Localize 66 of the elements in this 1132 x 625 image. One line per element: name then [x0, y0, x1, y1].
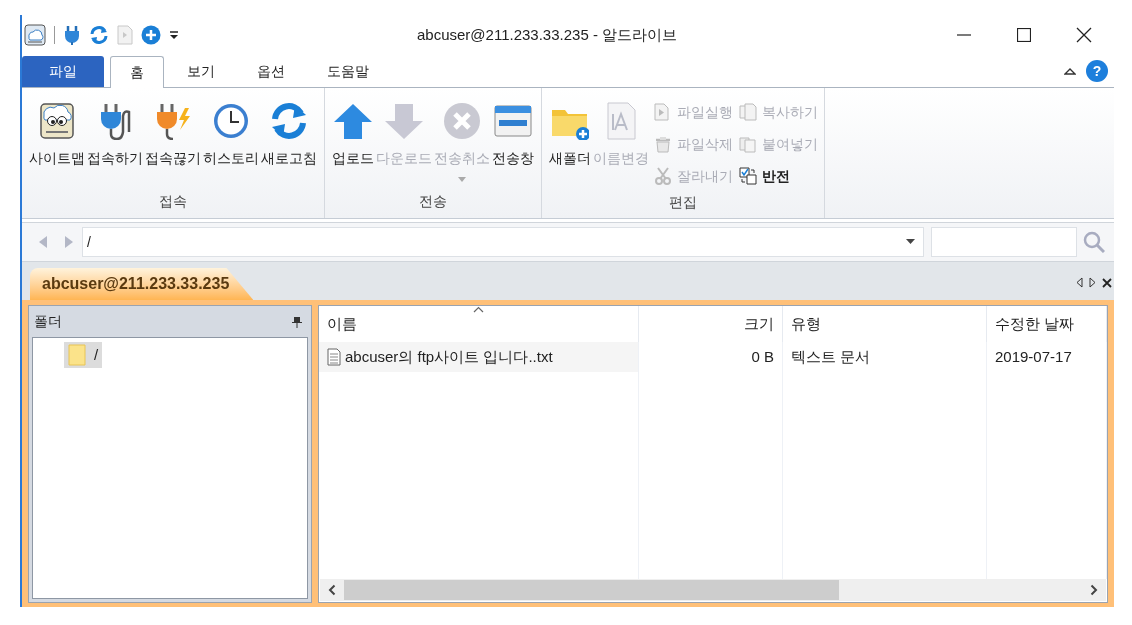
folder-icon	[68, 344, 86, 366]
down-arrow-icon	[385, 102, 423, 140]
invert-selection-icon	[739, 167, 757, 185]
trash-icon	[654, 135, 672, 153]
ribbon-button[interactable]: 새폴더	[548, 102, 592, 192]
copy-icon	[739, 103, 757, 121]
pane-title: 폴더	[34, 312, 62, 331]
table-cell-text: 0 B	[751, 346, 774, 367]
table-cell[interactable]: abcuser의 ftp사이트 입니다..txt	[319, 342, 639, 372]
app-icon[interactable]	[24, 24, 46, 46]
path-text: /	[87, 232, 91, 252]
dropdown-icon[interactable]	[906, 239, 915, 245]
ribbon-tab[interactable]: 파일	[22, 56, 104, 87]
window-title: abcuser@211.233.33.235 - 알드라이브	[417, 25, 678, 45]
ribbon-tab[interactable]: 홈	[110, 56, 164, 88]
ribbon-button[interactable]: 히스토리	[202, 102, 260, 191]
plug-icon[interactable]	[63, 25, 81, 45]
column-header[interactable]: 크기	[744, 312, 774, 336]
ribbon-button[interactable]: 접속끊기	[144, 102, 202, 191]
ribbon-button[interactable]: 새로고침	[260, 102, 318, 191]
maximize-icon	[1017, 28, 1031, 42]
table-cell-text: 2019-07-17	[995, 346, 1072, 367]
customize-icon[interactable]	[169, 30, 179, 40]
group-label: 접속	[158, 192, 188, 211]
cancel-icon	[443, 102, 481, 140]
clock-icon	[212, 102, 250, 140]
add-icon[interactable]	[141, 25, 161, 45]
scroll-left-icon[interactable]	[1076, 277, 1083, 288]
group-label: 편집	[668, 193, 698, 212]
refresh-icon	[270, 102, 308, 140]
window-icon	[494, 102, 532, 140]
column-header[interactable]: 유형	[791, 312, 821, 336]
help-button[interactable]: ?	[1086, 60, 1108, 82]
refresh-icon[interactable]	[89, 25, 109, 45]
text-file-icon	[327, 348, 341, 366]
scroll-right-icon[interactable]	[1089, 277, 1096, 288]
ribbon-tab[interactable]: 보기	[168, 56, 234, 87]
column-header[interactable]: 수정한 날짜	[995, 312, 1075, 336]
paste-icon	[739, 135, 757, 153]
ribbon-button[interactable]: 접속하기	[86, 102, 144, 191]
collapse-ribbon-icon[interactable]	[1064, 66, 1076, 76]
scrollbar-thumb[interactable]	[344, 580, 839, 600]
unplug-icon	[154, 102, 192, 140]
ribbon-tab[interactable]: 옵션	[238, 56, 304, 87]
close-icon	[1076, 27, 1092, 43]
close-tab-icon[interactable]	[1102, 277, 1112, 288]
group-label: 전송	[418, 192, 448, 211]
ribbon-button[interactable]: 전송창	[491, 102, 535, 191]
ribbon-button[interactable]: 업로드	[331, 102, 375, 191]
up-arrow-icon	[334, 102, 372, 140]
scissors-icon	[654, 167, 672, 185]
address-field[interactable]: /	[82, 227, 924, 257]
horizontal-scrollbar[interactable]	[320, 579, 1106, 601]
sitemap-icon	[38, 102, 76, 140]
scroll-left-icon[interactable]	[328, 584, 336, 596]
session-tab[interactable]: abcuser@211.233.33.235	[30, 268, 254, 300]
table-cell-text: 텍스트 문서	[791, 346, 871, 367]
document-icon	[654, 103, 672, 121]
tree-item[interactable]: /	[64, 342, 103, 368]
scroll-right-icon[interactable]	[1090, 584, 1098, 596]
column-header[interactable]: 이름	[327, 312, 357, 336]
ribbon-button[interactable]: 사이트맵	[28, 102, 86, 191]
ribbon-button[interactable]: 반전	[739, 160, 818, 192]
search-field[interactable]	[931, 227, 1077, 257]
pin-icon[interactable]	[292, 315, 302, 328]
ribbon-tab[interactable]: 도움말	[308, 56, 388, 87]
